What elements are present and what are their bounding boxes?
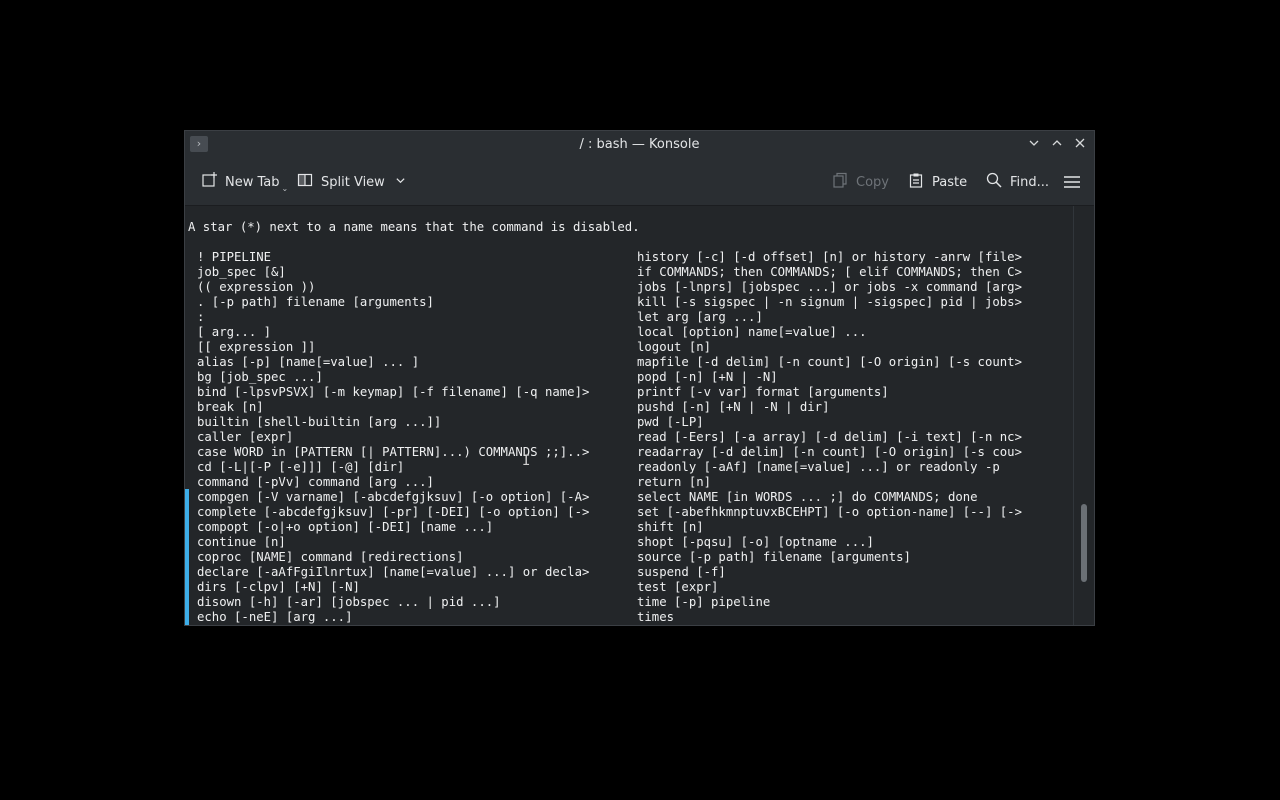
help-right-line: pwd [-LP]	[637, 415, 704, 429]
help-left-line: bind [-lpsvPSVX] [-m keymap] [-f filenam…	[197, 385, 590, 399]
new-tab-icon	[201, 172, 217, 192]
terminal-output[interactable]: A star (*) next to a name means that the…	[185, 206, 1074, 625]
copy-icon	[832, 172, 848, 192]
scrollbar-thumb[interactable]	[1081, 504, 1087, 582]
help-left-line: compgen [-V varname] [-abcdefgjksuv] [-o…	[197, 490, 590, 504]
new-tab-button[interactable]: New Tab ⌄	[201, 171, 288, 193]
paste-label: Paste	[932, 174, 968, 190]
copy-button[interactable]: Copy	[832, 171, 889, 193]
help-right-line: if COMMANDS; then COMMANDS; [ elif COMMA…	[637, 265, 1022, 279]
paste-icon	[908, 172, 924, 192]
help-left-line: bg [job_spec ...]	[197, 370, 323, 384]
help-left-line: [ arg... ]	[197, 325, 272, 339]
help-right-line: suspend [-f]	[637, 565, 726, 579]
hamburger-menu-icon[interactable]	[1063, 171, 1081, 193]
chevron-down-icon[interactable]	[1025, 136, 1043, 154]
help-left-line: break [n]	[197, 400, 264, 414]
help-left-line: declare [-aAfFgiIlnrtux] [name[=value] .…	[197, 565, 590, 579]
help-right-line: select NAME [in WORDS ... ;] do COMMANDS…	[637, 490, 978, 504]
help-right-line: jobs [-lnprs] [jobspec ...] or jobs -x c…	[637, 280, 1022, 294]
help-right-line: times	[637, 610, 675, 624]
help-right-line: popd [-n] [+N | -N]	[637, 370, 778, 384]
help-left-line: complete [-abcdefgjksuv] [-pr] [-DEI] [-…	[197, 505, 590, 519]
toolbar: New Tab ⌄ Split View Copy Paste Find...	[185, 159, 1094, 206]
help-left-line: dirs [-clpv] [+N] [-N]	[197, 580, 360, 594]
terminal-header-line: A star (*) next to a name means that the…	[188, 220, 640, 234]
help-right-line: set [-abefhkmnptuvxBCEHPT] [-o option-na…	[637, 505, 1022, 519]
help-left-line: caller [expr]	[197, 430, 294, 444]
help-right-line: let arg [arg ...]	[637, 310, 763, 324]
help-right-line: pushd [-n] [+N | -N | dir]	[637, 400, 830, 414]
split-view-label: Split View	[321, 174, 385, 190]
chevron-down-icon[interactable]	[395, 175, 406, 190]
help-left-line: [[ expression ]]	[197, 340, 316, 354]
help-right-line: mapfile [-d delim] [-n count] [-O origin…	[637, 355, 1022, 369]
chevron-up-icon[interactable]	[1048, 136, 1066, 154]
close-icon[interactable]	[1071, 136, 1089, 154]
title-bar[interactable]: › / : bash — Konsole	[185, 131, 1094, 159]
help-right-line: shift [n]	[637, 520, 704, 534]
help-right-line: shopt [-pqsu] [-o] [optname ...]	[637, 535, 874, 549]
help-left-line: builtin [shell-builtin [arg ...]]	[197, 415, 442, 429]
paste-button[interactable]: Paste	[908, 171, 967, 193]
search-icon	[986, 172, 1002, 192]
help-right-line: read [-Eers] [-a array] [-d delim] [-i t…	[637, 430, 1022, 444]
help-left-line: (( expression ))	[197, 280, 316, 294]
help-left-line: continue [n]	[197, 535, 286, 549]
copy-label: Copy	[856, 174, 889, 190]
selection-marker	[185, 489, 189, 625]
help-right-line: history [-c] [-d offset] [n] or history …	[637, 250, 1022, 264]
help-left-line: compopt [-o|+o option] [-DEI] [name ...]	[197, 520, 494, 534]
scrollbar[interactable]	[1073, 206, 1094, 625]
help-right-line: readonly [-aAf] [name[=value] ...] or re…	[637, 460, 1000, 474]
help-right-line: kill [-s sigspec | -n signum | -sigspec]…	[637, 295, 1022, 309]
window-title: / : bash — Konsole	[579, 137, 700, 152]
chevron-down-icon: ⌄	[281, 183, 289, 193]
help-right-line: time [-p] pipeline	[637, 595, 771, 609]
help-left-line: alias [-p] [name[=value] ... ]	[197, 355, 420, 369]
help-left-line: ! PIPELINE	[197, 250, 272, 264]
split-view-button[interactable]: Split View	[297, 171, 406, 193]
help-left-line: coproc [NAME] command [redirections]	[197, 550, 464, 564]
find-label: Find...	[1010, 174, 1050, 190]
new-tab-label: New Tab	[225, 174, 280, 190]
help-left-line: :	[197, 310, 205, 324]
help-right-line: printf [-v var] format [arguments]	[637, 385, 889, 399]
text-cursor-icon: I	[522, 453, 531, 469]
help-left-line: case WORD in [PATTERN [| PATTERN]...) CO…	[197, 445, 590, 459]
help-left-line: command [-pVv] command [arg ...]	[197, 475, 434, 489]
help-right-line: source [-p path] filename [arguments]	[637, 550, 911, 564]
split-view-icon	[297, 172, 313, 192]
konsole-window: › / : bash — Konsole New Tab ⌄ Split Vie…	[184, 130, 1095, 626]
help-right-line: readarray [-d delim] [-n count] [-O orig…	[637, 445, 1022, 459]
help-left-line: disown [-h] [-ar] [jobspec ... | pid ...…	[197, 595, 501, 609]
help-right-line: local [option] name[=value] ...	[637, 325, 867, 339]
help-left-line: . [-p path] filename [arguments]	[197, 295, 434, 309]
help-right-line: logout [n]	[637, 340, 712, 354]
help-left-line: job_spec [&]	[197, 265, 286, 279]
help-left-line: echo [-neE] [arg ...]	[197, 610, 353, 624]
help-right-line: test [expr]	[637, 580, 719, 594]
find-button[interactable]: Find...	[986, 171, 1049, 193]
help-right-line: return [n]	[637, 475, 712, 489]
help-left-line: cd [-L|[-P [-e]]] [-@] [dir]	[197, 460, 405, 474]
